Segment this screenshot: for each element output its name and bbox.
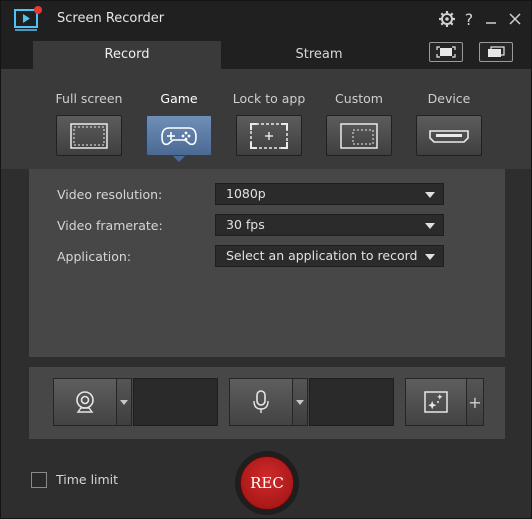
application-select[interactable]: Select an application to record <box>215 245 444 267</box>
microphone-dropdown[interactable] <box>292 378 308 426</box>
capture-mode-bar: Full screen Game Lock to app Custom Devi… <box>1 69 531 169</box>
active-mode-caret <box>173 156 185 162</box>
time-limit-checkbox[interactable] <box>31 472 47 488</box>
video-resolution-value: 1080p <box>226 186 266 201</box>
mode-game[interactable]: Game <box>134 69 224 169</box>
video-resolution-select[interactable]: 1080p <box>215 183 444 205</box>
gamepad-icon <box>161 126 197 145</box>
chevron-down-icon <box>296 399 304 405</box>
custom-button[interactable] <box>326 115 392 156</box>
screen-recorder-logo-icon <box>14 6 42 31</box>
compact-view-button[interactable] <box>479 42 513 62</box>
time-limit-label: Time limit <box>56 472 119 487</box>
lock-to-app-button[interactable] <box>236 115 302 156</box>
application-label: Application: <box>57 249 132 264</box>
mode-custom[interactable]: Custom <box>314 69 404 169</box>
video-framerate-select[interactable]: 30 fps <box>215 214 444 236</box>
chevron-down-icon <box>120 399 128 405</box>
microphone-icon <box>253 390 269 413</box>
mode-lock-to-app[interactable]: Lock to app <box>224 69 314 169</box>
application-value: Select an application to record <box>226 248 418 263</box>
screen-recorder-window: Screen Recorder ? Record Stream Full scr… <box>0 0 532 519</box>
video-framerate-label: Video framerate: <box>57 218 163 233</box>
tab-record[interactable]: Record <box>33 41 221 69</box>
settings-gear-icon[interactable] <box>437 9 457 29</box>
video-framerate-value: 30 fps <box>226 217 265 232</box>
mode-label: Custom <box>335 91 383 106</box>
chevron-down-icon <box>425 192 435 198</box>
full-screen-button[interactable] <box>56 115 122 156</box>
webcam-dropdown[interactable] <box>116 378 132 426</box>
full-screen-icon <box>70 122 108 149</box>
recording-settings-panel: Video resolution: 1080p Video framerate:… <box>29 169 505 357</box>
mode-label: Device <box>427 91 471 106</box>
add-effect-button[interactable]: + <box>466 378 484 426</box>
tab-stream[interactable]: Stream <box>223 41 415 69</box>
lock-to-app-icon <box>250 122 288 149</box>
mode-label: Lock to app <box>232 91 306 106</box>
record-button[interactable]: REC <box>240 456 294 510</box>
device-bar: + <box>29 367 505 439</box>
game-button[interactable] <box>146 115 212 156</box>
close-icon[interactable] <box>505 9 525 29</box>
webcam-device-field[interactable] <box>133 378 218 426</box>
mode-label: Full screen <box>55 91 123 106</box>
fullscreen-view-button[interactable] <box>429 42 463 62</box>
help-button[interactable]: ? <box>459 9 479 29</box>
hdmi-device-icon <box>429 129 469 143</box>
device-button[interactable] <box>416 115 482 156</box>
mode-label: Game <box>160 91 198 106</box>
minimize-icon[interactable] <box>481 9 501 29</box>
effects-button[interactable] <box>405 378 467 426</box>
effects-sparkle-icon <box>424 391 448 413</box>
microphone-button[interactable] <box>229 378 293 426</box>
mode-device[interactable]: Device <box>404 69 494 169</box>
chevron-down-icon <box>425 223 435 229</box>
video-resolution-label: Video resolution: <box>57 187 163 202</box>
mode-full-screen[interactable]: Full screen <box>44 69 134 169</box>
webcam-icon <box>76 391 94 413</box>
microphone-device-field[interactable] <box>309 378 394 426</box>
fullscreen-view-icon <box>436 46 456 58</box>
title-bar: Screen Recorder ? <box>1 1 531 39</box>
compact-view-icon <box>488 46 505 57</box>
custom-region-icon <box>340 122 378 149</box>
webcam-button[interactable] <box>53 378 117 426</box>
chevron-down-icon <box>425 254 435 260</box>
app-title: Screen Recorder <box>57 11 165 26</box>
